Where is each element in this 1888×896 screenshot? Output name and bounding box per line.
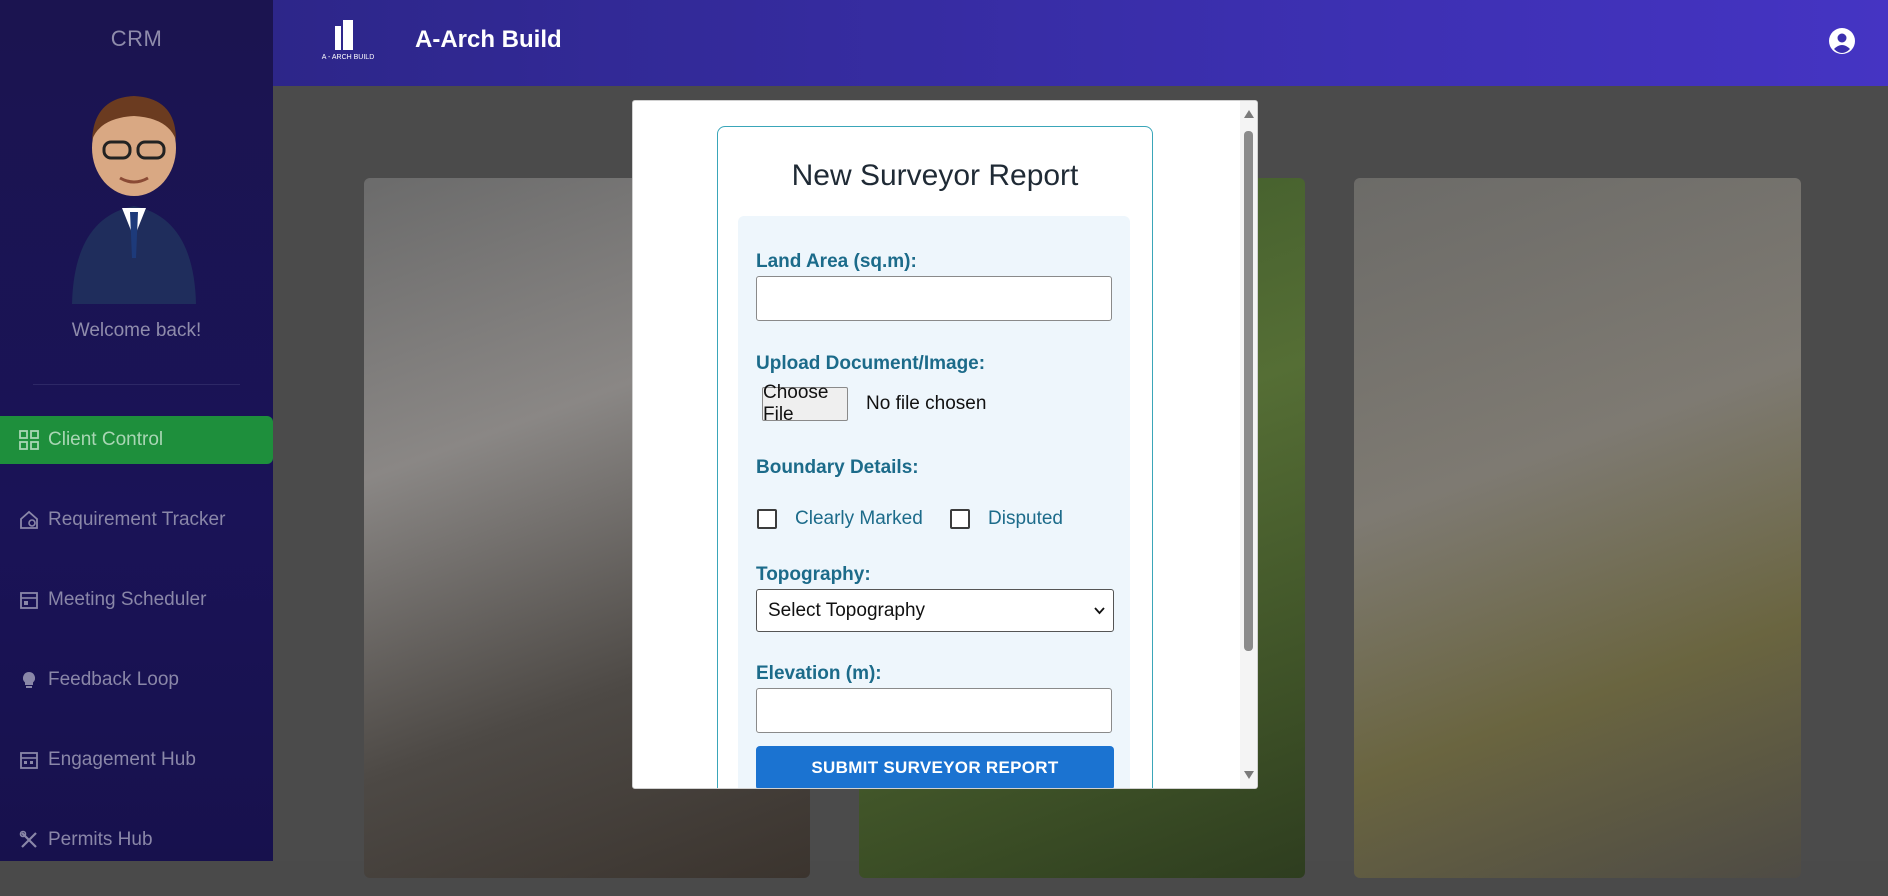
- brand-logo[interactable]: A - ARCH BUILD: [313, 16, 383, 66]
- calendar-icon: [18, 589, 40, 611]
- scroll-thumb[interactable]: [1244, 131, 1253, 651]
- disputed-checkbox[interactable]: [950, 509, 970, 529]
- logo-text: A - ARCH BUILD: [322, 54, 375, 61]
- sidebar-item-label: Feedback Loop: [48, 669, 179, 690]
- tools-icon: [18, 829, 40, 851]
- calendar-grid-icon: [18, 749, 40, 771]
- sidebar-item-engagement-hub[interactable]: Engagement Hub: [0, 736, 273, 784]
- home-settings-icon: [18, 509, 40, 531]
- surveyor-form: New Surveyor Report Land Area (sq.m): Up…: [717, 126, 1153, 788]
- sidebar-divider: [33, 384, 240, 385]
- topography-selected: Select Topography: [768, 600, 926, 621]
- sidebar-item-label: Requirement Tracker: [48, 509, 226, 530]
- sidebar-item-feedback-loop[interactable]: Feedback Loop: [0, 656, 273, 704]
- boundary-label: Boundary Details:: [756, 457, 919, 478]
- surveyor-report-modal: New Surveyor Report Land Area (sq.m): Up…: [632, 100, 1258, 789]
- user-circle-icon[interactable]: [1828, 27, 1856, 55]
- scroll-down-icon[interactable]: [1244, 771, 1254, 779]
- sidebar-nav: Client Control Requirement Tracker Meeti…: [0, 416, 273, 896]
- welcome-text: Welcome back!: [71, 320, 202, 341]
- sidebar: CRM Welcome back! Client Control Require…: [0, 0, 273, 861]
- file-status: No file chosen: [866, 393, 987, 414]
- image-card[interactable]: [1354, 178, 1801, 878]
- brand-title: A-Arch Build: [415, 26, 562, 53]
- sidebar-item-label: Meeting Scheduler: [48, 589, 207, 610]
- scroll-up-icon[interactable]: [1244, 110, 1254, 118]
- modal-scrollbar[interactable]: [1240, 101, 1257, 788]
- elevation-label: Elevation (m):: [756, 663, 882, 684]
- header-bar: A - ARCH BUILD A-Arch Build: [273, 0, 1888, 86]
- lightbulb-icon: [18, 669, 40, 691]
- sidebar-item-client-control[interactable]: Client Control: [0, 416, 273, 464]
- sidebar-item-label: Permits Hub: [48, 829, 153, 850]
- elevation-input[interactable]: [756, 688, 1112, 733]
- land-area-label: Land Area (sq.m):: [756, 251, 917, 272]
- upload-label: Upload Document/Image:: [756, 353, 986, 374]
- sidebar-item-label: Client Control: [48, 429, 164, 450]
- dashboard-icon: [18, 429, 40, 451]
- clearly-marked-checkbox[interactable]: [757, 509, 777, 529]
- form-body: Land Area (sq.m): Upload Document/Image:…: [738, 216, 1130, 788]
- disputed-label[interactable]: Disputed: [988, 508, 1063, 530]
- modal-title: New Surveyor Report: [791, 159, 1079, 192]
- app-name: CRM: [110, 26, 163, 51]
- clearly-marked-label[interactable]: Clearly Marked: [795, 508, 923, 530]
- land-area-input[interactable]: [756, 276, 1112, 321]
- sidebar-item-meeting-scheduler[interactable]: Meeting Scheduler: [0, 576, 273, 624]
- sidebar-item-label: Engagement Hub: [48, 749, 196, 770]
- sidebar-item-requirement-tracker[interactable]: Requirement Tracker: [0, 496, 273, 544]
- sidebar-item-permits-hub[interactable]: Permits Hub: [0, 816, 273, 864]
- chevron-down-icon: [1094, 607, 1105, 615]
- choose-file-button[interactable]: Choose File: [762, 382, 848, 425]
- avatar: [72, 96, 196, 304]
- topography-select[interactable]: Select Topography: [756, 589, 1114, 632]
- submit-surveyor-report-button[interactable]: SUBMIT SURVEYOR REPORT: [756, 746, 1114, 788]
- topography-label: Topography:: [756, 564, 871, 585]
